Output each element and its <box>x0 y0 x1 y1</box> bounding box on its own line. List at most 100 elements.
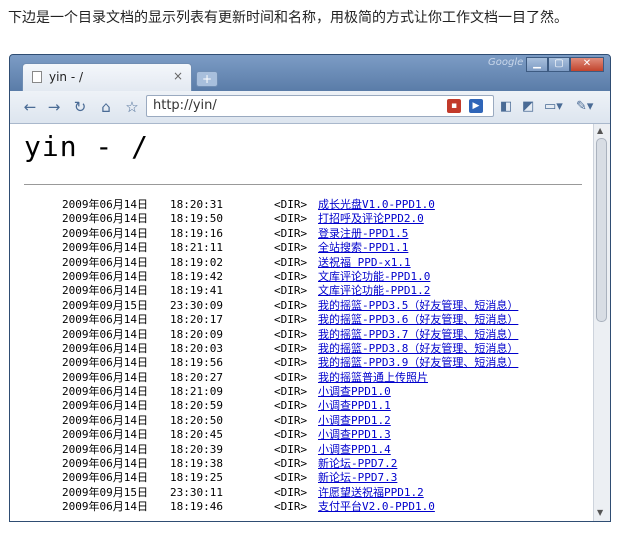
close-tab-icon[interactable]: × <box>173 69 183 83</box>
directory-link[interactable]: 我的摇篮-PPD3.9（好友管理、短消息） <box>318 356 518 370</box>
row-date: 2009年06月14日 <box>62 500 148 514</box>
row-time: 18:20:59 <box>170 399 223 413</box>
row-date: 2009年06月14日 <box>62 212 148 226</box>
address-bar[interactable]: ▪ ▶ <box>146 95 494 117</box>
directory-link[interactable]: 文库评论功能-PPD1.2 <box>318 284 430 298</box>
directory-link[interactable]: 文库评论功能-PPD1.0 <box>318 270 430 284</box>
scroll-up-icon[interactable]: ▲ <box>597 126 603 135</box>
pdf-icon[interactable]: ▪ <box>447 99 461 113</box>
table-row: 2009年06月14日 18:21:09 <DIR> 小调查PPD1.0 <box>62 385 592 399</box>
extension-icon[interactable]: ◩ <box>522 98 534 116</box>
row-date: 2009年06月14日 <box>62 341 148 355</box>
reload-icon[interactable]: ↻ <box>70 97 90 117</box>
row-date: 2009年06月14日 <box>62 442 148 456</box>
row-type: <DIR> <box>274 356 308 370</box>
back-icon[interactable]: ← <box>20 97 40 117</box>
directory-link[interactable]: 登录注册-PPD1.5 <box>318 227 408 241</box>
row-time: 18:20:03 <box>170 341 223 355</box>
row-time: 18:21:11 <box>170 241 223 255</box>
row-date: 2009年06月14日 <box>62 269 148 283</box>
tab-title: yin - / <box>49 70 84 84</box>
star-icon[interactable]: ☆ <box>122 97 142 117</box>
row-time: 18:20:17 <box>170 313 223 327</box>
directory-link[interactable]: 新论坛-PPD7.3 <box>318 471 397 485</box>
row-date: 2009年06月14日 <box>62 356 148 370</box>
row-time: 18:21:09 <box>170 385 223 399</box>
row-type: <DIR> <box>274 269 308 283</box>
directory-link[interactable]: 我的摇篮-PPD3.5（好友管理、短消息） <box>318 299 518 313</box>
table-row: 2009年09月15日 23:30:09 <DIR> 我的摇篮-PPD3.5（好友管理… <box>62 299 592 313</box>
address-input[interactable] <box>153 98 433 113</box>
table-row: 2009年06月14日 18:19:16 <DIR> 登录注册-PPD1.5 <box>62 227 592 241</box>
row-time: 18:19:16 <box>170 226 223 240</box>
table-row: 2009年06月14日 18:20:50 <DIR> 小调查PPD1.2 <box>62 414 592 428</box>
table-row: 2009年06月14日 18:20:31 <DIR> 成长光盘V1.0-PPD1.0 <box>62 198 592 212</box>
row-time: 23:30:09 <box>170 298 223 312</box>
directory-link[interactable]: 我的摇篮普通上传照片 <box>318 371 428 385</box>
row-type: <DIR> <box>274 485 308 499</box>
new-tab-button[interactable]: + <box>196 71 218 87</box>
directory-link[interactable]: 全站搜索-PPD1.1 <box>318 241 408 255</box>
table-row: 2009年06月14日 18:21:11 <DIR> 全站搜索-PPD1.1 <box>62 241 592 255</box>
row-time: 18:20:27 <box>170 370 223 384</box>
scroll-thumb[interactable] <box>596 138 607 322</box>
directory-link[interactable]: 送祝福 PPD-x1.1 <box>318 256 411 270</box>
wrench-icon[interactable]: ✎▾ <box>576 98 593 116</box>
row-time: 18:19:46 <box>170 500 223 514</box>
directory-link[interactable]: 支付平台V2.0-PPD1.0 <box>318 500 435 514</box>
maximize-button[interactable]: ▢ <box>548 57 570 72</box>
row-date: 2009年06月14日 <box>62 385 148 399</box>
row-time: 18:19:38 <box>170 457 223 471</box>
table-row: 2009年06月14日 18:20:45 <DIR> 小调查PPD1.3 <box>62 428 592 442</box>
row-type: <DIR> <box>274 399 308 413</box>
translate-icon[interactable]: ◧ <box>500 98 512 116</box>
directory-link[interactable]: 小调查PPD1.0 <box>318 385 391 399</box>
row-date: 2009年06月14日 <box>62 255 148 269</box>
directory-link[interactable]: 我的摇篮-PPD3.6（好友管理、短消息） <box>318 313 518 327</box>
row-type: <DIR> <box>274 327 308 341</box>
table-row: 2009年09月15日 23:30:11 <DIR> 许愿望送祝福PPD1.2 <box>62 486 592 500</box>
directory-link[interactable]: 许愿望送祝福PPD1.2 <box>318 486 424 500</box>
row-type: <DIR> <box>274 457 308 471</box>
row-date: 2009年06月14日 <box>62 198 148 211</box>
table-row: 2009年06月14日 18:19:46 <DIR> 支付平台V2.0-PPD1.0 <box>62 500 592 514</box>
row-date: 2009年06月14日 <box>62 370 148 384</box>
row-date: 2009年06月14日 <box>62 471 148 485</box>
row-type: <DIR> <box>274 284 308 298</box>
directory-link[interactable]: 我的摇篮-PPD3.8（好友管理、短消息） <box>318 342 518 356</box>
row-time: 18:19:50 <box>170 212 223 226</box>
directory-link[interactable]: 打招呼及评论PPD2.0 <box>318 212 424 226</box>
row-type: <DIR> <box>274 298 308 312</box>
directory-link[interactable]: 小调查PPD1.4 <box>318 443 391 457</box>
tab-yin[interactable]: yin - / × <box>22 63 192 91</box>
close-window-button[interactable]: ✕ <box>570 57 604 72</box>
directory-link[interactable]: 小调查PPD1.1 <box>318 399 391 413</box>
play-icon[interactable]: ▶ <box>469 99 483 113</box>
directory-link[interactable]: 成长光盘V1.0-PPD1.0 <box>318 198 435 212</box>
page-menu-icon[interactable]: ▭▾ <box>544 98 563 116</box>
forward-icon[interactable]: → <box>44 97 64 117</box>
minimize-button[interactable]: ▁ <box>526 57 548 72</box>
table-row: 2009年06月14日 18:20:17 <DIR> 我的摇篮-PPD3.6（好友管理… <box>62 313 592 327</box>
row-date: 2009年06月14日 <box>62 413 148 427</box>
row-type: <DIR> <box>274 471 308 485</box>
home-icon[interactable]: ⌂ <box>96 97 116 117</box>
title-bar: yin - / × + Google ▁ ▢ ✕ <box>10 55 610 91</box>
row-time: 18:20:45 <box>170 428 223 442</box>
row-type: <DIR> <box>274 212 308 226</box>
scroll-down-icon[interactable]: ▼ <box>597 508 603 517</box>
directory-link[interactable]: 我的摇篮-PPD3.7（好友管理、短消息） <box>318 328 518 342</box>
row-type: <DIR> <box>274 255 308 269</box>
directory-link[interactable]: 小调查PPD1.2 <box>318 414 391 428</box>
directory-link[interactable]: 小调查PPD1.3 <box>318 428 391 442</box>
row-time: 18:19:25 <box>170 471 223 485</box>
row-date: 2009年06月14日 <box>62 241 148 255</box>
directory-link[interactable]: 新论坛-PPD7.2 <box>318 457 397 471</box>
vertical-scrollbar[interactable]: ▲ ▼ <box>593 124 610 521</box>
row-time: 18:20:31 <box>170 198 223 211</box>
row-time: 18:19:42 <box>170 269 223 283</box>
directory-listing: 2009年06月14日 18:20:31 <DIR> 成长光盘V1.0-PPD1.0 2… <box>62 198 592 515</box>
row-type: <DIR> <box>274 241 308 255</box>
browser-window: yin - / × + Google ▁ ▢ ✕ ← → ↻ ⌂ ☆ ▪ ▶ ◧… <box>9 54 611 522</box>
row-date: 2009年06月14日 <box>62 428 148 442</box>
